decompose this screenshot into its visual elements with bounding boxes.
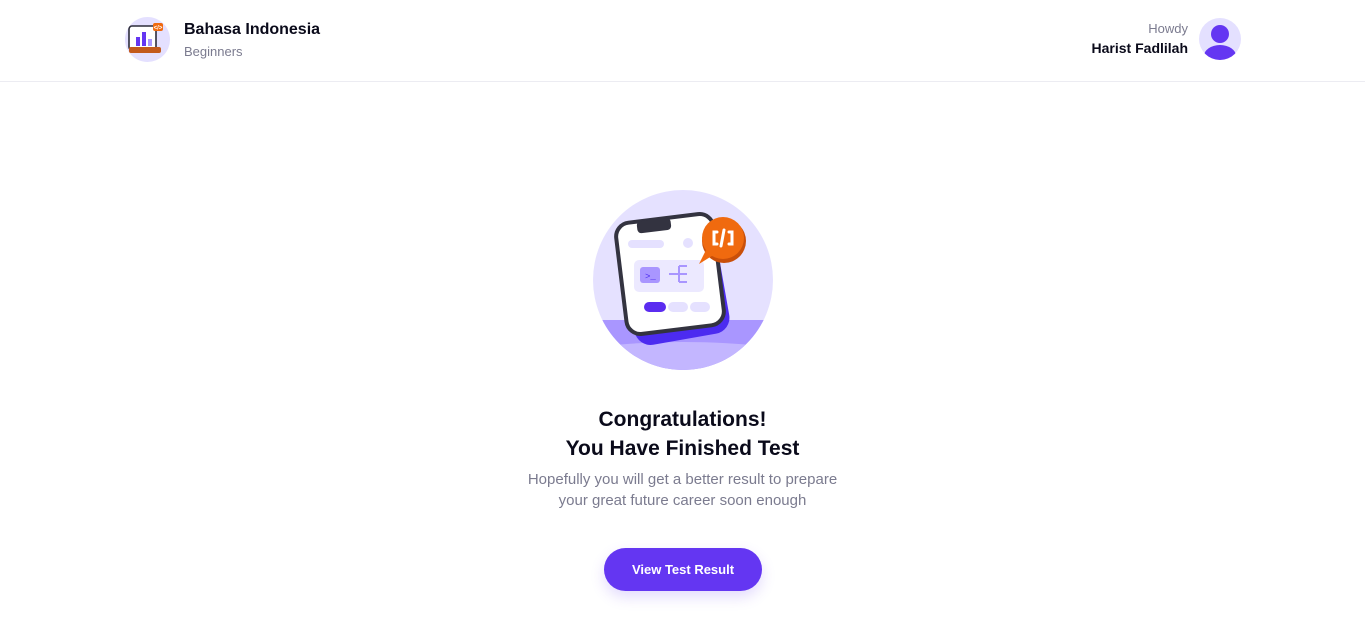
top-bar: </> Bahasa Indonesia Beginners Howdy Har…: [0, 0, 1365, 82]
view-test-result-button[interactable]: View Test Result: [604, 548, 762, 591]
title-line-1: Congratulations!: [598, 408, 767, 431]
course-level: Beginners: [184, 43, 243, 59]
user-text: Howdy Harist Fadlilah: [1092, 20, 1188, 58]
avatar-body: [1204, 45, 1236, 60]
user-name: Harist Fadlilah: [1091, 40, 1188, 56]
course-info: </> Bahasa Indonesia Beginners: [125, 17, 320, 62]
svg-text:</>: </>: [154, 26, 163, 32]
completion-subtitle: Hopefully you will get a better result t…: [0, 469, 1365, 511]
completion-title: Congratulations! You Have Finished Test: [0, 405, 1365, 463]
greeting-label: Howdy: [1148, 21, 1188, 36]
user-menu[interactable]: Howdy Harist Fadlilah: [1092, 18, 1241, 60]
subtitle-line-2: your great future career soon enough: [558, 492, 807, 509]
course-title: Bahasa Indonesia: [184, 20, 321, 38]
course-text: Bahasa Indonesia Beginners: [184, 19, 320, 61]
subtitle-line-1: Hopefully you will get a better result t…: [527, 471, 838, 488]
title-line-2: You Have Finished Test: [565, 437, 800, 460]
svg-text:>_: >_: [645, 272, 656, 282]
avatar-head: [1211, 25, 1229, 43]
user-avatar-icon[interactable]: [1199, 18, 1241, 60]
phone-code-illustration: >_: [593, 190, 773, 370]
course-thumbnail-icon: </>: [125, 17, 170, 62]
